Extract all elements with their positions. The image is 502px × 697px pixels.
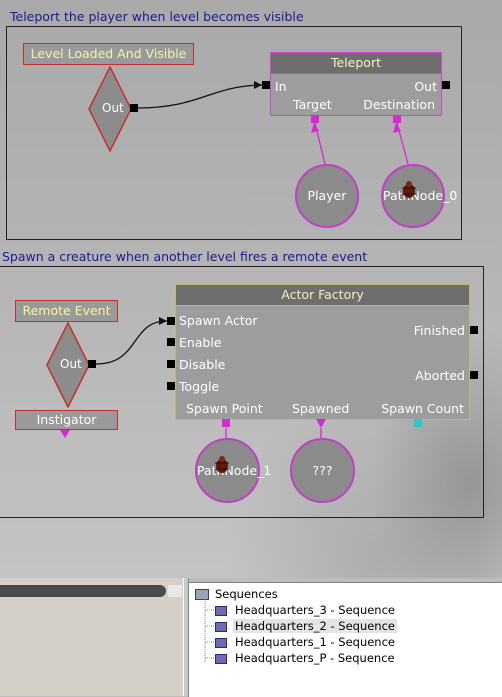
- tree-item[interactable]: Headquarters_1 - Sequence: [215, 634, 397, 650]
- sequence-icon: [215, 653, 227, 664]
- scroll-right-button[interactable]: [168, 585, 182, 597]
- sequence-icon: [215, 637, 227, 648]
- tree-item-selected[interactable]: Headquarters_2 - Sequence: [215, 618, 397, 634]
- links-section-2: [95, 317, 322, 438]
- tree-item[interactable]: Headquarters_P - Sequence: [215, 650, 397, 666]
- kismet-canvas[interactable]: Teleport the player when level becomes v…: [0, 0, 502, 578]
- sequence-icon: [215, 605, 227, 616]
- horizontal-scrollbar[interactable]: [0, 585, 166, 597]
- sequence-tree[interactable]: Sequences Headquarters_3 - Sequence Head…: [188, 582, 502, 697]
- sequence-icon: [215, 621, 227, 632]
- tree-item[interactable]: Headquarters_3 - Sequence: [215, 602, 397, 618]
